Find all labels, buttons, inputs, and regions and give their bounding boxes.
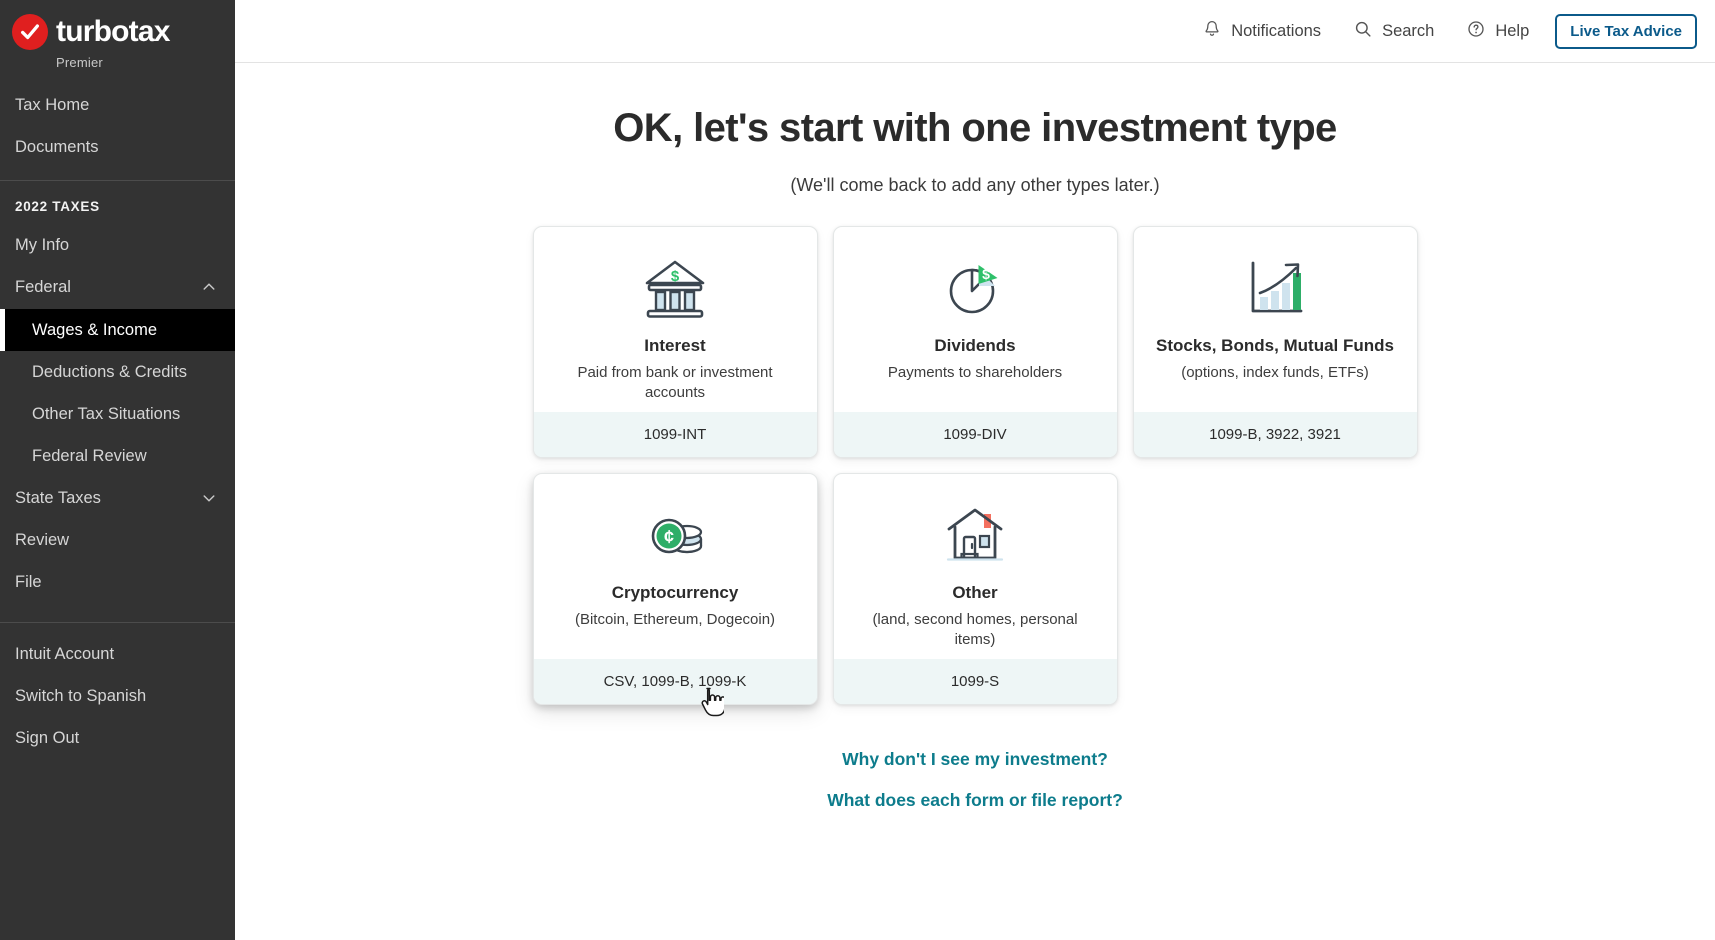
house-icon [939, 498, 1011, 572]
card-description: (Bitcoin, Ethereum, Dogecoin) [574, 611, 776, 629]
brand-logo[interactable]: turbotax [0, 0, 235, 50]
card-description: (options, index funds, ETFs) [1181, 364, 1369, 382]
page-content: OK, let's start with one investment type… [235, 63, 1715, 940]
card-title: Cryptocurrency [611, 583, 739, 602]
card-forms: 1099-DIV [833, 412, 1117, 457]
sidebar-item-federal[interactable]: Federal [0, 266, 235, 308]
link-what-does-each-form-report[interactable]: What does each form or file report? [827, 790, 1123, 811]
app-root: turbotax Premier Tax Home Documents 2022… [0, 0, 1715, 940]
sidebar-item-sign-out[interactable]: Sign Out [0, 717, 235, 759]
live-tax-advice-button[interactable]: Live Tax Advice [1555, 13, 1697, 49]
main-area: Notifications Search Help Live Tax Advic… [235, 0, 1715, 940]
card-body: ¢ Cryptocurrency (Bitcoin, Ethereum, Dog… [534, 474, 817, 659]
sidebar-item-deductions-credits[interactable]: Deductions & Credits [0, 351, 235, 393]
brand-edition: Premier [56, 55, 103, 70]
page-title: OK, let's start with one investment type [613, 106, 1337, 150]
investment-card-interest[interactable]: $ Interest Paid from bank or investment … [532, 226, 818, 458]
checkmark-circle-icon [12, 14, 48, 50]
chevron-up-icon [201, 279, 217, 295]
card-description: Payments to shareholders [887, 364, 1063, 382]
card-description: (land, second homes, personal items) [872, 611, 1078, 649]
page-subtitle: (We'll come back to add any other types … [790, 175, 1160, 195]
sidebar-item-label: State Taxes [15, 489, 101, 508]
card-title: Dividends [934, 336, 1016, 355]
card-forms: 1099-B, 3922, 3921 [1133, 412, 1417, 457]
topbar: Notifications Search Help Live Tax Advic… [235, 0, 1715, 63]
brand-name: turbotax [56, 15, 170, 48]
sidebar: turbotax Premier Tax Home Documents 2022… [0, 0, 235, 940]
investment-type-grid: $ Interest Paid from bank or investment … [532, 226, 1418, 705]
chevron-down-icon [201, 490, 217, 506]
card-body: Stocks, Bonds, Mutual Funds (options, in… [1134, 227, 1417, 412]
sidebar-item-label: Tax Home [15, 96, 90, 114]
sidebar-item-state-taxes[interactable]: State Taxes [0, 477, 235, 519]
sidebar-item-label: Federal Review [32, 446, 147, 465]
sidebar-item-label: File [15, 573, 42, 592]
card-title: Stocks, Bonds, Mutual Funds [1155, 336, 1394, 355]
sidebar-item-label: Sign Out [15, 728, 80, 747]
sidebar-bottom-links: Intuit Account Switch to Spanish Sign Ou… [0, 623, 235, 759]
sidebar-item-label: Review [15, 531, 70, 550]
bank-building-icon: $ [639, 251, 711, 325]
sidebar-item-label: Wages & Income [32, 320, 158, 339]
sidebar-item-federal-review[interactable]: Federal Review [0, 435, 235, 477]
sidebar-item-other-tax-situations[interactable]: Other Tax Situations [0, 393, 235, 435]
card-forms: 1099-S [833, 659, 1117, 704]
sidebar-nav: 2022 TAXES My Info Federal Wages & Incom… [0, 181, 235, 603]
investment-card-other[interactable]: Other (land, second homes, personal item… [832, 473, 1118, 705]
sidebar-item-label: Deductions & Credits [32, 362, 187, 381]
help-label: Help [1495, 21, 1530, 40]
notifications-label: Notifications [1231, 21, 1322, 40]
help-button[interactable]: Help [1450, 13, 1545, 50]
card-body: Other (land, second homes, personal item… [834, 474, 1117, 659]
search-button[interactable]: Search [1337, 13, 1450, 50]
notifications-button[interactable]: Notifications [1186, 13, 1337, 50]
sidebar-item-tax-home[interactable]: Tax Home [0, 84, 235, 126]
sidebar-item-label: Switch to Spanish [15, 686, 147, 705]
pie-chart-dollar-icon: $ [939, 251, 1011, 325]
sidebar-item-intuit-account[interactable]: Intuit Account [0, 633, 235, 675]
svg-text:$: $ [982, 266, 990, 282]
bell-icon [1202, 19, 1222, 44]
sidebar-item-switch-to-spanish[interactable]: Switch to Spanish [0, 675, 235, 717]
crypto-coins-icon: ¢ [639, 498, 711, 572]
search-label: Search [1382, 21, 1435, 40]
sidebar-item-label: Federal [15, 278, 71, 297]
search-icon [1353, 19, 1373, 44]
investment-card-dividends[interactable]: $ Dividends Payments to shareholders 109… [832, 226, 1118, 458]
card-forms: 1099-INT [533, 412, 817, 457]
card-title: Interest [644, 336, 706, 355]
sidebar-section-title: 2022 TAXES [15, 199, 100, 215]
card-body: $ Dividends Payments to shareholders [834, 227, 1117, 412]
sidebar-item-file[interactable]: File [0, 561, 235, 603]
sidebar-item-wages-income[interactable]: Wages & Income [0, 308, 235, 351]
sidebar-item-review[interactable]: Review [0, 519, 235, 561]
sidebar-item-my-info[interactable]: My Info [0, 224, 235, 266]
card-forms: CSV, 1099-B, 1099-K [533, 659, 817, 704]
card-title: Other [952, 583, 998, 602]
sidebar-item-label: Documents [15, 138, 99, 157]
sidebar-gap [0, 603, 235, 622]
svg-text:¢: ¢ [664, 527, 674, 547]
sidebar-item-label: My Info [15, 236, 70, 255]
card-body: $ Interest Paid from bank or investment … [534, 227, 817, 412]
question-circle-icon [1466, 19, 1486, 44]
sidebar-item-label: Other Tax Situations [32, 404, 181, 423]
investment-card-stocks[interactable]: Stocks, Bonds, Mutual Funds (options, in… [1132, 226, 1418, 458]
link-why-dont-i-see-my-investment[interactable]: Why don't I see my investment? [842, 749, 1108, 770]
growth-bar-chart-icon [1239, 251, 1311, 325]
sidebar-item-label: Intuit Account [15, 644, 115, 663]
help-links: Why don't I see my investment? What does… [827, 749, 1123, 811]
sidebar-item-documents[interactable]: Documents [0, 126, 235, 168]
card-description: Paid from bank or investment accounts [577, 364, 773, 402]
svg-text:$: $ [671, 268, 680, 285]
sidebar-top-links: Tax Home Documents [0, 70, 235, 180]
investment-card-cryptocurrency[interactable]: ¢ Cryptocurrency (Bitcoin, Ethereum, Dog… [532, 473, 818, 705]
